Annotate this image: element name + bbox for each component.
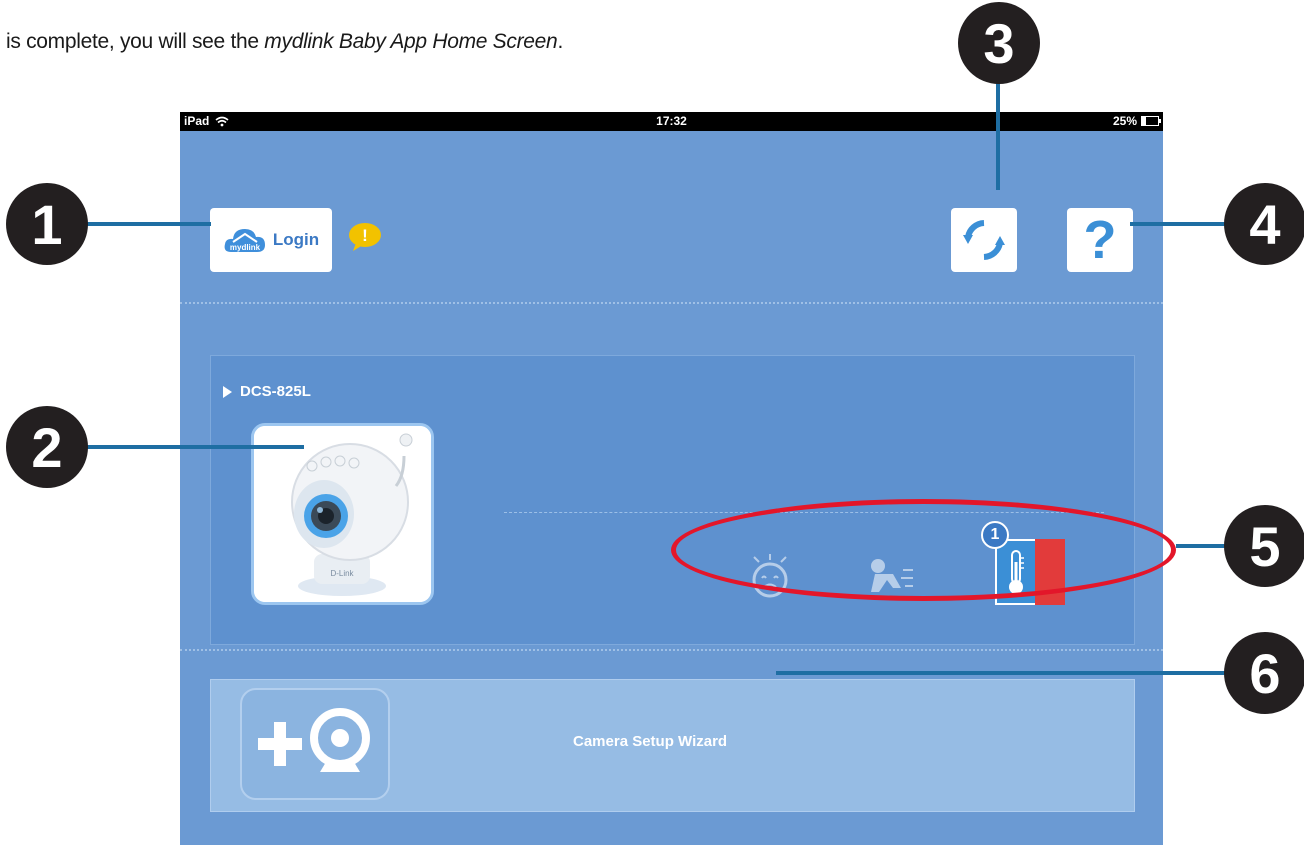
- login-label: Login: [272, 230, 320, 249]
- intro-prefix: is complete, you will see the: [6, 30, 265, 53]
- help-icon: ?: [1083, 210, 1117, 270]
- callout-4: 4: [1224, 183, 1304, 265]
- crawling-baby-icon[interactable]: [863, 552, 915, 604]
- callout-2: 2: [6, 406, 88, 488]
- thermometer-icon: [1009, 550, 1024, 594]
- panel-divider: [504, 512, 1104, 513]
- battery-icon: [1141, 116, 1161, 126]
- warning-icon[interactable]: !: [348, 222, 382, 252]
- status-time: 17:32: [656, 114, 687, 128]
- app-home: mydlink Login ! ? DCS-825L D-Link 1 Came…: [180, 131, 1163, 845]
- refresh-icon: [963, 220, 1005, 260]
- leader-line-6: [776, 671, 1260, 675]
- ipad-screen: iPad 17:32 25% mydlink Login ! ? DCS-825…: [180, 112, 1163, 845]
- baby-camera-image: D-Link: [254, 426, 431, 602]
- divider-bottom: [180, 649, 1163, 651]
- camera-panel[interactable]: DCS-825L D-Link 1: [210, 355, 1135, 645]
- intro-emphasis: mydlink Baby App Home Screen: [264, 30, 558, 53]
- camera-name: DCS-825L: [240, 383, 311, 400]
- divider-top: [180, 302, 1163, 304]
- camera-brand: D-Link: [330, 569, 354, 578]
- wizard-label: Camera Setup Wizard: [573, 733, 728, 750]
- camera-name-row: DCS-825L: [223, 383, 311, 400]
- warning-mark: !: [362, 226, 368, 245]
- help-button[interactable]: ?: [1067, 208, 1133, 272]
- callout-3: 3: [958, 2, 1040, 84]
- callout-6: 6: [1224, 632, 1304, 714]
- callout-1: 1: [6, 183, 88, 265]
- chevron-right-icon: [223, 385, 232, 398]
- status-bar: iPad 17:32 25%: [180, 112, 1163, 131]
- mydlink-logo-text: mydlink: [230, 243, 261, 252]
- add-camera-tile: [240, 688, 390, 800]
- crying-baby-icon[interactable]: [744, 552, 796, 604]
- intro-text: is complete, you will see the mydlink Ba…: [6, 30, 563, 54]
- login-button[interactable]: mydlink Login: [210, 208, 332, 272]
- camera-setup-wizard-button[interactable]: Camera Setup Wizard: [210, 679, 1135, 812]
- cloud-icon: mydlink: [224, 229, 265, 252]
- temperature-alert-badge: 1: [981, 521, 1009, 549]
- camera-thumbnail[interactable]: D-Link: [251, 423, 434, 605]
- callout-5: 5: [1224, 505, 1304, 587]
- intro-suffix: .: [557, 30, 563, 53]
- battery-percent: 25%: [1112, 114, 1137, 128]
- refresh-button[interactable]: [951, 208, 1017, 272]
- leader-line-1: [86, 222, 211, 226]
- temperature-alert-bar: [1035, 539, 1065, 605]
- add-camera-icon: [258, 708, 370, 772]
- leader-line-2: [86, 445, 304, 449]
- leader-line-3: [996, 80, 1000, 190]
- temperature-alert-button[interactable]: 1: [981, 521, 1065, 605]
